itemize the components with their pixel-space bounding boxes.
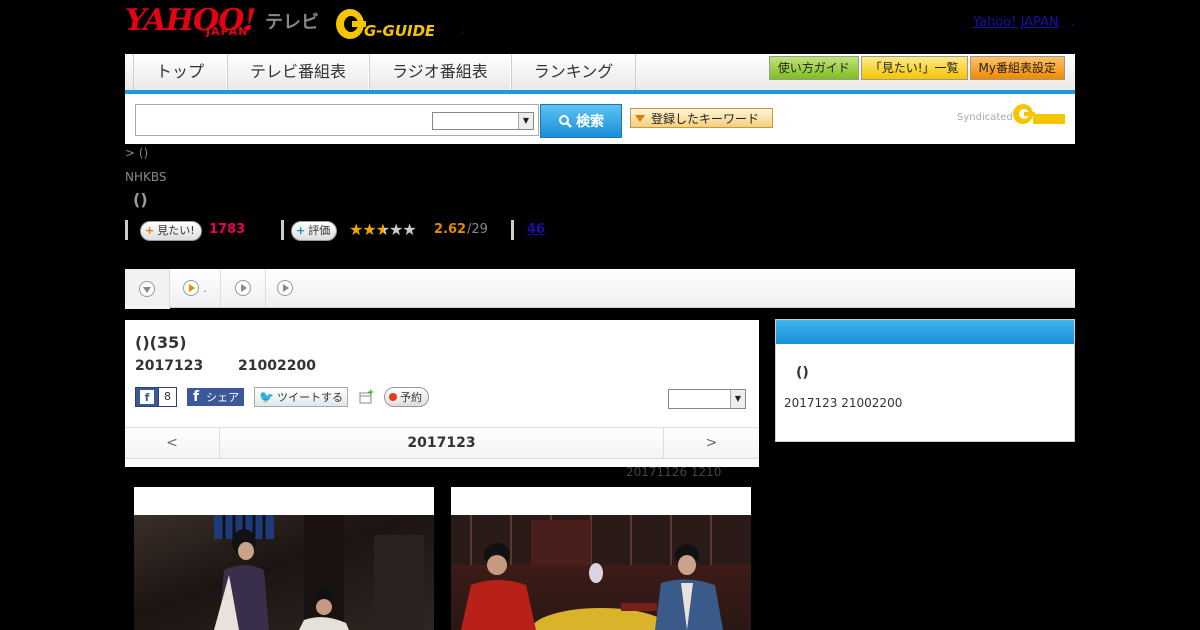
svg-text:+: + <box>367 389 374 398</box>
episode-select[interactable]: ▼ <box>668 389 746 409</box>
nav-tab-ranking[interactable]: ランキング <box>510 54 637 90</box>
rating-count: /29 <box>467 222 488 237</box>
search-button-label: 検索 <box>576 114 604 130</box>
facebook-icon: f <box>193 389 200 405</box>
sidebar-box: () 2017123 21002200 <box>775 319 1075 442</box>
star-icon: ★ <box>362 220 376 239</box>
scene-card[interactable] <box>134 487 434 630</box>
tweet-button[interactable]: 🐦 ツイートする <box>254 387 349 407</box>
play-circle-icon <box>183 280 200 296</box>
global-nav: トップ テレビ番組表 ラジオ番組表 ランキング 使い方ガイド 「見たい!」一覧 … <box>125 54 1075 94</box>
nav-tab-radio-listings[interactable]: ラジオ番組表 <box>369 54 511 90</box>
header-dot: . <box>461 22 465 36</box>
want-to-watch-list-button[interactable]: 「見たい!」一覧 <box>860 56 968 80</box>
chevron-down-icon: ▼ <box>730 390 745 408</box>
want-to-watch-button[interactable]: + 見たい! <box>140 221 202 241</box>
facebook-like-button[interactable]: f 8 <box>135 387 177 407</box>
plus-icon: + <box>145 224 155 237</box>
program-tab-strip: . <box>125 269 1075 309</box>
divider <box>125 220 128 240</box>
share-row: f 8 f シェア 🐦 ツイートする + 予約 <box>135 387 430 407</box>
episode-title: ()(35) <box>135 333 187 352</box>
usage-guide-button[interactable]: 使い方ガイド <box>768 56 859 80</box>
plus-icon: + <box>296 224 306 237</box>
want-to-watch-label: 見たい! <box>157 224 195 237</box>
reserve-button[interactable]: 予約 <box>384 387 430 407</box>
add-calendar-icon[interactable]: + <box>358 388 375 405</box>
tab-detail[interactable] <box>125 269 170 309</box>
tab-related[interactable] <box>266 269 304 307</box>
search-area: ▼ 検索 登録したキーワード Syndicated <box>125 94 1075 144</box>
program-title: () <box>133 190 148 209</box>
search-category-select[interactable]: ▼ <box>432 112 534 130</box>
gguide-logo-text: G-GUIDE <box>364 22 434 40</box>
registered-keywords-button[interactable]: 登録したキーワード <box>630 108 773 128</box>
update-note: 20171126 1210 <box>626 465 722 479</box>
record-dot-icon <box>389 393 398 401</box>
breadcrumb[interactable]: > () <box>125 146 148 160</box>
tab-cast[interactable] <box>221 269 266 307</box>
tab-episode-dot: . <box>203 281 207 295</box>
facebook-share-label: シェア <box>206 391 240 404</box>
divider <box>511 220 514 240</box>
header-link-dot: . <box>1071 15 1076 30</box>
star-icon: ★ <box>349 220 363 239</box>
gguide-logo[interactable]: G-GUIDE <box>334 6 436 42</box>
nav-tab-tv-listings[interactable]: テレビ番組表 <box>227 54 370 90</box>
scene-card-header <box>451 487 751 515</box>
rate-label: 評価 <box>308 224 331 237</box>
tv-logo-text[interactable]: テレビ <box>265 8 319 34</box>
scene-card-header <box>134 487 434 515</box>
episode-date: 2017123 <box>135 358 204 374</box>
nav-tab-top[interactable]: トップ <box>133 54 228 90</box>
facebook-icon: f <box>140 390 154 404</box>
pager-prev-button[interactable]: < <box>125 428 220 458</box>
review-count-link[interactable]: 46 <box>527 222 545 237</box>
divider <box>281 220 284 240</box>
yahoo-japan-link[interactable]: Yahoo! JAPAN <box>973 15 1059 30</box>
my-listings-settings-button[interactable]: My番組表設定 <box>969 56 1065 80</box>
search-icon <box>559 115 572 128</box>
pager-date: 2017123 <box>407 435 476 451</box>
scene-image <box>134 515 434 630</box>
yahoo-japan-logo-text: JAPAN <box>206 25 249 38</box>
sidebar-date: 2017123 21002200 <box>784 396 903 410</box>
facebook-share-button[interactable]: f シェア <box>187 388 245 406</box>
tweet-label: ツイートする <box>277 391 344 404</box>
sidebar-title: () <box>796 365 809 381</box>
rating-stars: ★★★★★ <box>349 220 417 239</box>
episode-pager: < 2017123 > <box>125 427 759 459</box>
want-to-watch-count: 1783 <box>209 222 246 237</box>
play-circle-icon <box>235 280 251 296</box>
chevron-down-icon: ▼ <box>518 113 533 129</box>
star-empty-icon: ★ <box>389 220 403 239</box>
episode-time: 21002200 <box>238 358 316 374</box>
registered-keywords-label: 登録したキーワード <box>651 111 760 126</box>
scene-image <box>451 515 751 630</box>
scene-card[interactable] <box>451 487 751 630</box>
pager-next-button[interactable]: > <box>663 428 759 458</box>
twitter-bird-icon: 🐦 <box>259 390 275 404</box>
reserve-label: 予約 <box>400 391 423 404</box>
search-button[interactable]: 検索 <box>540 104 622 138</box>
facebook-like-count: 8 <box>158 388 176 406</box>
rating-score: 2.62 <box>434 222 467 237</box>
play-circle-icon <box>277 280 293 296</box>
episode-panel: ()(35) 2017123 21002200 f 8 f シェア 🐦 ツイート… <box>125 320 759 467</box>
syndicated-gguide-logo <box>1011 102 1067 126</box>
rate-button[interactable]: + 評価 <box>291 221 338 241</box>
tab-episode[interactable]: . <box>170 269 221 307</box>
syndicated-label: Syndicated <box>957 112 1013 123</box>
chevron-down-circle-icon <box>139 281 155 297</box>
channel-name: NHKBS <box>125 170 167 184</box>
triangle-down-icon <box>635 114 645 122</box>
star-half-icon: ★ <box>375 220 390 239</box>
star-empty-icon: ★ <box>402 220 416 239</box>
sidebar-header <box>776 320 1074 344</box>
